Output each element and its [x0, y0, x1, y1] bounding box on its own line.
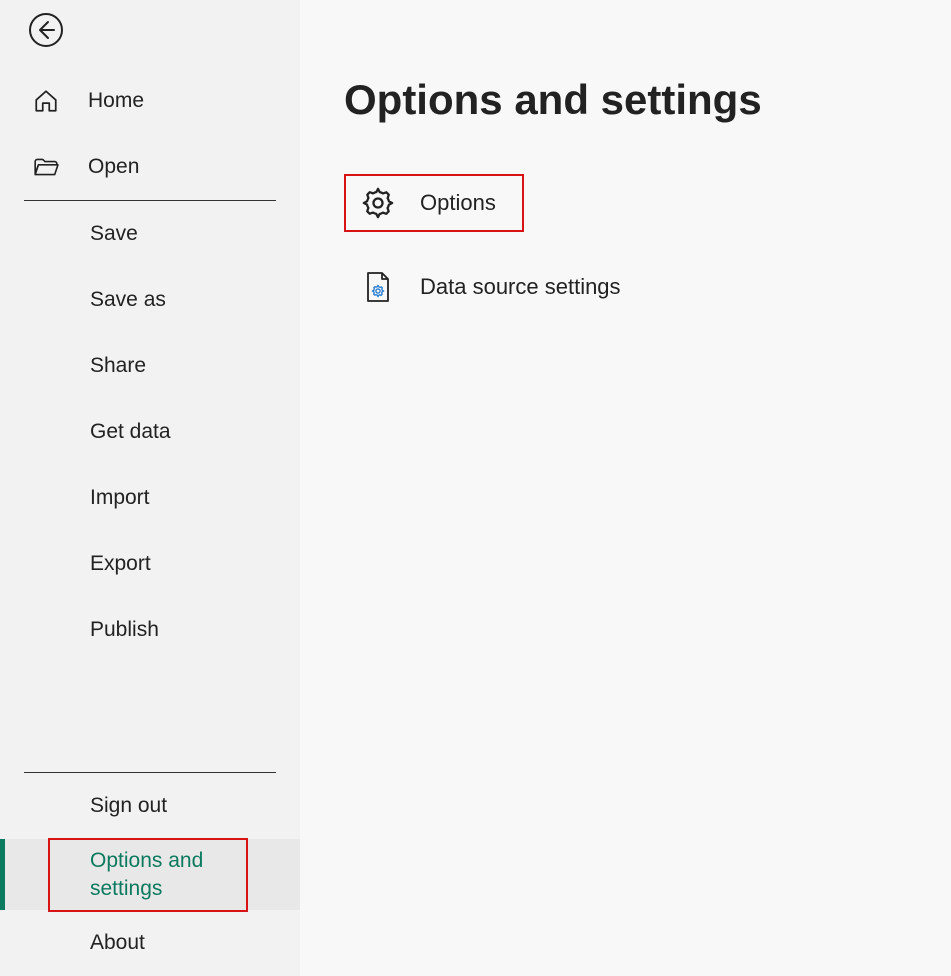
nav-export[interactable]: Export — [0, 531, 300, 597]
option-options-label: Options — [420, 190, 496, 216]
nav-save[interactable]: Save — [0, 201, 300, 267]
gear-icon — [360, 185, 396, 221]
page-title: Options and settings — [344, 76, 907, 124]
nav-open[interactable]: Open — [0, 134, 300, 200]
nav-home[interactable]: Home — [0, 68, 300, 134]
spacer — [0, 663, 300, 772]
option-options[interactable]: Options — [344, 174, 524, 232]
nav-options-settings-label: Options and settings — [90, 847, 220, 902]
nav-get-data-label: Get data — [90, 420, 171, 444]
nav-publish-label: Publish — [90, 618, 159, 642]
folder-open-icon — [32, 153, 60, 181]
nav-export-label: Export — [90, 552, 151, 576]
nav-open-label: Open — [88, 155, 139, 179]
nav-home-label: Home — [88, 89, 144, 113]
back-arrow-icon — [28, 12, 64, 48]
data-source-icon — [360, 269, 396, 305]
nav-publish[interactable]: Publish — [0, 597, 300, 663]
main-content: Options and settings Options Data source… — [300, 0, 951, 976]
nav-import-label: Import — [90, 486, 150, 510]
nav-get-data[interactable]: Get data — [0, 399, 300, 465]
option-data-source-label: Data source settings — [420, 274, 621, 300]
nav-options-settings[interactable]: Options and settings — [0, 839, 300, 910]
nav-save-label: Save — [90, 222, 138, 246]
nav-sign-out-label: Sign out — [90, 794, 167, 818]
nav-share-label: Share — [90, 354, 146, 378]
nav-share[interactable]: Share — [0, 333, 300, 399]
nav-save-as-label: Save as — [90, 288, 166, 312]
nav-about-label: About — [90, 931, 145, 955]
home-icon — [32, 87, 60, 115]
option-data-source[interactable]: Data source settings — [344, 258, 633, 316]
nav-import[interactable]: Import — [0, 465, 300, 531]
back-button[interactable] — [28, 12, 64, 48]
nav-save-as[interactable]: Save as — [0, 267, 300, 333]
nav-about[interactable]: About — [0, 910, 300, 976]
nav-sign-out[interactable]: Sign out — [0, 773, 300, 839]
sidebar: Home Open Save Save as Share Get data Im… — [0, 0, 300, 976]
